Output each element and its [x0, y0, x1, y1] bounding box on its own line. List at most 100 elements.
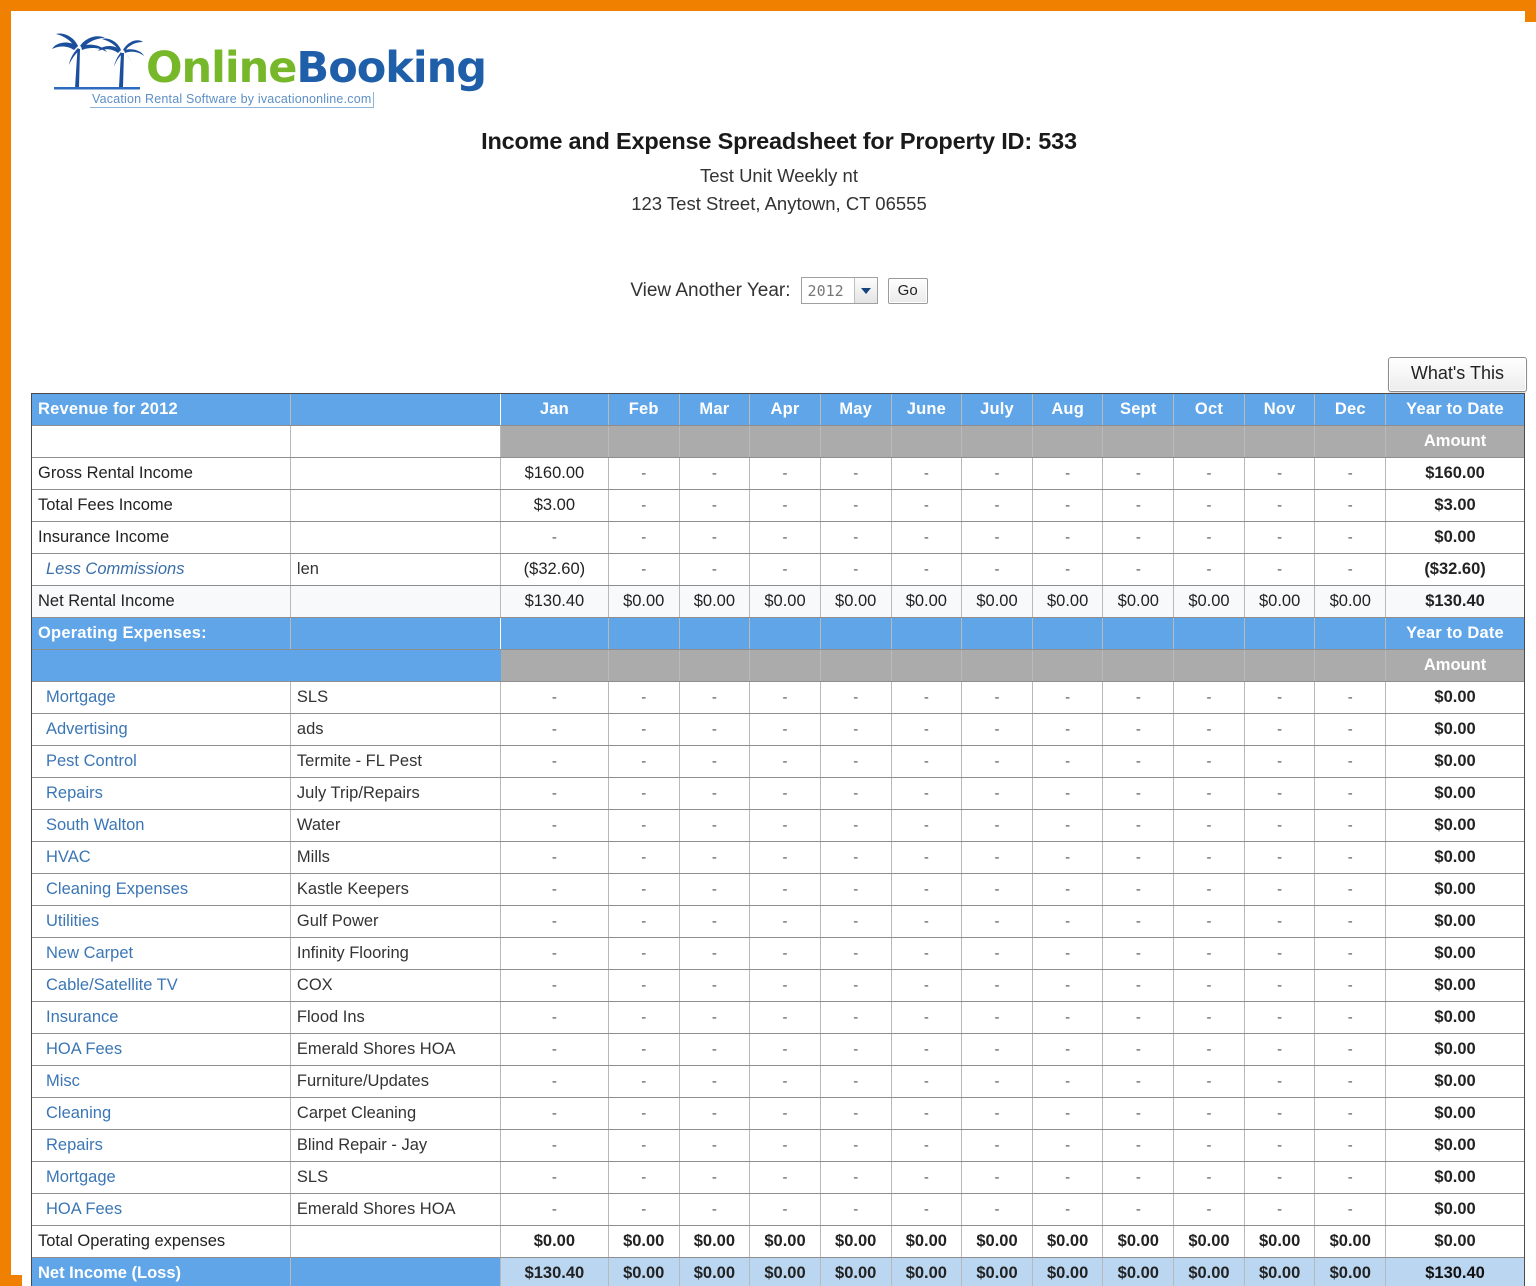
table-row: Utilities Gulf Power------------$0.00	[32, 906, 1524, 938]
data-cell: -	[1103, 458, 1174, 490]
data-cell: -	[679, 1066, 750, 1098]
data-cell: -	[679, 1194, 750, 1226]
data-cell: -	[679, 778, 750, 810]
data-cell: -	[962, 490, 1033, 522]
data-cell: -	[608, 970, 679, 1002]
subheader-blank	[1315, 426, 1386, 458]
data-cell: $0.00	[820, 586, 891, 618]
expense-category-link[interactable]: Utilities	[32, 906, 290, 938]
expense-category-link[interactable]: Cable/Satellite TV	[32, 970, 290, 1002]
expense-category-link[interactable]: Advertising	[32, 714, 290, 746]
data-cell: $3.00	[500, 490, 608, 522]
title-block: Income and Expense Spreadsheet for Prope…	[22, 128, 1536, 215]
data-cell: -	[1174, 1098, 1245, 1130]
data-cell: -	[1032, 1066, 1103, 1098]
data-cell: $0.00	[750, 1226, 821, 1258]
data-cell: -	[962, 810, 1033, 842]
expense-category-link[interactable]: Mortgage	[32, 682, 290, 714]
expense-category-link[interactable]: Cleaning	[32, 1098, 290, 1130]
data-cell: -	[1174, 714, 1245, 746]
data-cell: -	[1315, 1066, 1386, 1098]
data-cell: -	[1244, 1002, 1315, 1034]
data-cell: -	[820, 842, 891, 874]
expense-category-link[interactable]: New Carpet	[32, 938, 290, 970]
data-cell: -	[891, 906, 962, 938]
data-cell: -	[1103, 1066, 1174, 1098]
brand-logo[interactable]: OnlineBooking Vacation Rental Software b…	[48, 28, 458, 112]
data-cell: -	[820, 1034, 891, 1066]
subheader-blank	[608, 650, 679, 682]
month-header-feb: Feb	[608, 394, 679, 426]
data-cell: $0.00	[1315, 586, 1386, 618]
ytd-cell: $0.00	[1386, 1162, 1524, 1194]
expense-category-link[interactable]: South Walton	[32, 810, 290, 842]
whats-this-button[interactable]: What's This	[1388, 357, 1527, 392]
row-vendor: Infinity Flooring	[290, 938, 500, 970]
expense-category-link[interactable]: HOA Fees	[32, 1034, 290, 1066]
data-cell: -	[1174, 682, 1245, 714]
expense-category-link[interactable]: HVAC	[32, 842, 290, 874]
ytd-cell: $0.00	[1386, 874, 1524, 906]
go-button[interactable]: Go	[888, 278, 928, 304]
data-cell: -	[820, 970, 891, 1002]
expense-category-link[interactable]: Cleaning Expenses	[32, 874, 290, 906]
data-cell: -	[1244, 1034, 1315, 1066]
row-vendor: Carpet Cleaning	[290, 1098, 500, 1130]
data-cell: ($32.60)	[500, 554, 608, 586]
data-cell: $0.00	[679, 586, 750, 618]
row-label: Gross Rental Income	[32, 458, 290, 490]
data-cell: -	[750, 778, 821, 810]
data-cell: -	[1032, 1194, 1103, 1226]
year-select[interactable]: 2012	[801, 277, 878, 304]
row-vendor: Mills	[290, 842, 500, 874]
data-cell: $0.00	[1315, 1226, 1386, 1258]
table-row: HOA Fees Emerald Shores HOA------------$…	[32, 1194, 1524, 1226]
data-cell: -	[1103, 1130, 1174, 1162]
data-cell: -	[750, 1034, 821, 1066]
banner-spacer	[290, 394, 500, 426]
page-frame: OnlineBooking Vacation Rental Software b…	[0, 0, 1536, 1286]
expense-category-link[interactable]: Insurance	[32, 1002, 290, 1034]
data-cell: -	[1032, 714, 1103, 746]
data-cell: -	[891, 938, 962, 970]
data-cell: -	[1174, 778, 1245, 810]
banner-blank	[1315, 618, 1386, 650]
data-cell: $0.00	[1032, 1258, 1103, 1286]
month-header-jan: Jan	[500, 394, 608, 426]
expense-category-link[interactable]: Repairs	[32, 778, 290, 810]
row-label: Less Commissions	[32, 554, 290, 586]
expense-category-link[interactable]: Repairs	[32, 1130, 290, 1162]
ytd-cell: $0.00	[1386, 1098, 1524, 1130]
data-cell: -	[1244, 522, 1315, 554]
subheader-blank	[891, 426, 962, 458]
data-cell: -	[962, 1130, 1033, 1162]
data-cell: $0.00	[608, 1258, 679, 1286]
table-row: Repairs Blind Repair - Jay------------$0…	[32, 1130, 1524, 1162]
chevron-down-icon[interactable]	[854, 278, 877, 303]
year-select-value: 2012	[808, 282, 854, 300]
data-cell: $0.00	[1103, 1258, 1174, 1286]
data-cell: -	[1174, 1130, 1245, 1162]
row-vendor: SLS	[290, 682, 500, 714]
ytd-cell: $0.00	[1386, 906, 1524, 938]
subheader-blank	[1174, 650, 1245, 682]
row-label: Net Rental Income	[32, 586, 290, 618]
expense-category-link[interactable]: HOA Fees	[32, 1194, 290, 1226]
data-cell: -	[750, 1162, 821, 1194]
data-cell: -	[500, 746, 608, 778]
ytd-cell: $160.00	[1386, 458, 1524, 490]
expense-category-link[interactable]: Mortgage	[32, 1162, 290, 1194]
data-cell: -	[962, 714, 1033, 746]
subheader-blank	[500, 650, 608, 682]
data-cell: -	[679, 842, 750, 874]
data-cell: -	[500, 522, 608, 554]
ytd-cell: $0.00	[1386, 1066, 1524, 1098]
data-cell: $0.00	[1032, 1226, 1103, 1258]
expense-category-link[interactable]: Misc	[32, 1066, 290, 1098]
data-cell: -	[891, 1066, 962, 1098]
data-cell: $130.40	[500, 586, 608, 618]
data-cell: -	[891, 554, 962, 586]
banner-blank	[679, 618, 750, 650]
expense-category-link[interactable]: Pest Control	[32, 746, 290, 778]
data-cell: $0.00	[608, 586, 679, 618]
